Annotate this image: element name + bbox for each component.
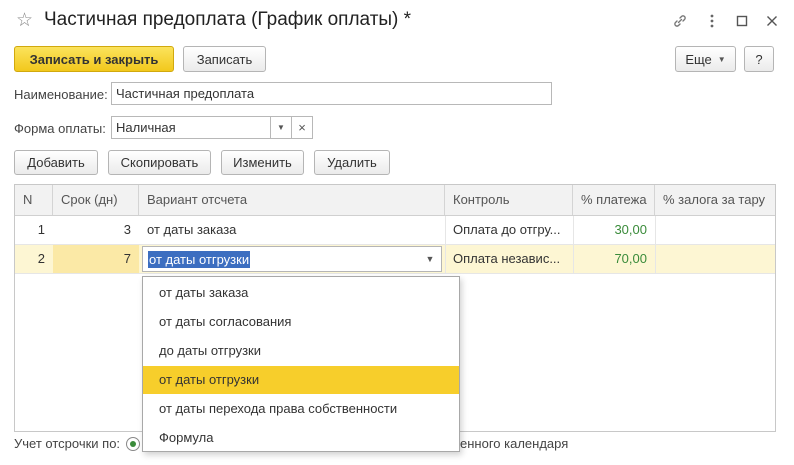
calendar-option-label: енного календаря: [460, 436, 569, 451]
table-row[interactable]: 1 3 от даты заказа Оплата до отгру... 30…: [15, 216, 775, 245]
variant-dropdown-arrow-icon[interactable]: ▼: [419, 247, 441, 271]
chevron-down-icon: ▼: [717, 54, 726, 64]
more-button[interactable]: Еще ▼: [675, 46, 736, 72]
add-button[interactable]: Добавить: [14, 150, 98, 175]
edit-button[interactable]: Изменить: [221, 150, 304, 175]
variant-editor-input[interactable]: от даты отгрузки ▼: [142, 246, 442, 272]
column-header-n[interactable]: N: [15, 185, 53, 215]
payment-form-dropdown-arrow-icon[interactable]: ▼: [270, 116, 292, 139]
cell-deposit-pct: [655, 216, 775, 244]
variant-editor-value: от даты отгрузки: [148, 251, 251, 268]
maximize-icon[interactable]: [732, 11, 752, 31]
variant-dropdown-list[interactable]: от даты заказа от даты согласования до д…: [142, 276, 460, 452]
cell-n: 2: [37, 251, 45, 266]
cell-variant: от даты заказа: [147, 222, 237, 237]
cell-payment-pct: 30,00: [614, 222, 647, 237]
window-title: Частичная предоплата (График оплаты) *: [44, 9, 412, 30]
save-button[interactable]: Записать: [183, 46, 266, 72]
dropdown-option[interactable]: от даты заказа: [143, 279, 459, 307]
name-input[interactable]: Частичная предоплата: [111, 82, 552, 105]
dropdown-option[interactable]: от даты согласования: [143, 308, 459, 336]
dropdown-option[interactable]: от даты перехода права собственности: [143, 395, 459, 423]
more-button-label: Еще: [685, 51, 712, 67]
save-and-close-button[interactable]: Записать и закрыть: [14, 46, 174, 72]
column-divider: [573, 216, 574, 274]
column-header-variant[interactable]: Вариант отсчета: [139, 185, 445, 215]
payment-form-clear-icon[interactable]: ×: [291, 116, 313, 139]
help-button[interactable]: ?: [744, 46, 774, 72]
column-header-payment-pct[interactable]: % платежа: [573, 185, 655, 215]
cell-control: Оплата до отгру...: [453, 222, 561, 237]
cell-payment-pct: 70,00: [614, 251, 647, 266]
dropdown-option-selected[interactable]: от даты отгрузки: [143, 366, 459, 394]
close-icon[interactable]: [762, 11, 782, 31]
column-divider: [655, 216, 656, 274]
dropdown-option[interactable]: до даты отгрузки: [143, 337, 459, 365]
payment-form-input[interactable]: Наличная: [111, 116, 271, 139]
delete-button[interactable]: Удалить: [314, 150, 390, 175]
cell-term: 3: [123, 222, 131, 237]
deferral-label: Учет отсрочки по:: [14, 436, 121, 451]
table-header: N Срок (дн) Вариант отсчета Контроль % п…: [15, 185, 775, 216]
link-icon[interactable]: [670, 11, 690, 31]
dropdown-option[interactable]: Формула: [143, 424, 459, 452]
payment-form-label: Форма оплаты:: [14, 121, 106, 136]
cell-control: Оплата независ...: [453, 251, 561, 266]
more-options-icon[interactable]: [702, 11, 722, 31]
cell-n: 1: [37, 222, 45, 237]
favorite-star-icon[interactable]: ☆: [16, 11, 33, 30]
copy-button[interactable]: Скопировать: [108, 150, 211, 175]
column-header-deposit-pct[interactable]: % залога за тару: [655, 185, 775, 215]
name-label: Наименование:: [14, 87, 108, 102]
cell-term: 7: [53, 245, 139, 273]
deferral-radio-button[interactable]: [126, 437, 140, 451]
title-bar: ☆ Частичная предоплата (График оплаты) *: [0, 0, 794, 42]
table-row-selected[interactable]: 2 7 от даты отгрузки ▼ Оплата независ...…: [15, 245, 775, 274]
cell-deposit-pct: [655, 245, 775, 273]
column-divider: [445, 216, 446, 274]
column-header-term[interactable]: Срок (дн): [53, 185, 139, 215]
column-header-control[interactable]: Контроль: [445, 185, 573, 215]
